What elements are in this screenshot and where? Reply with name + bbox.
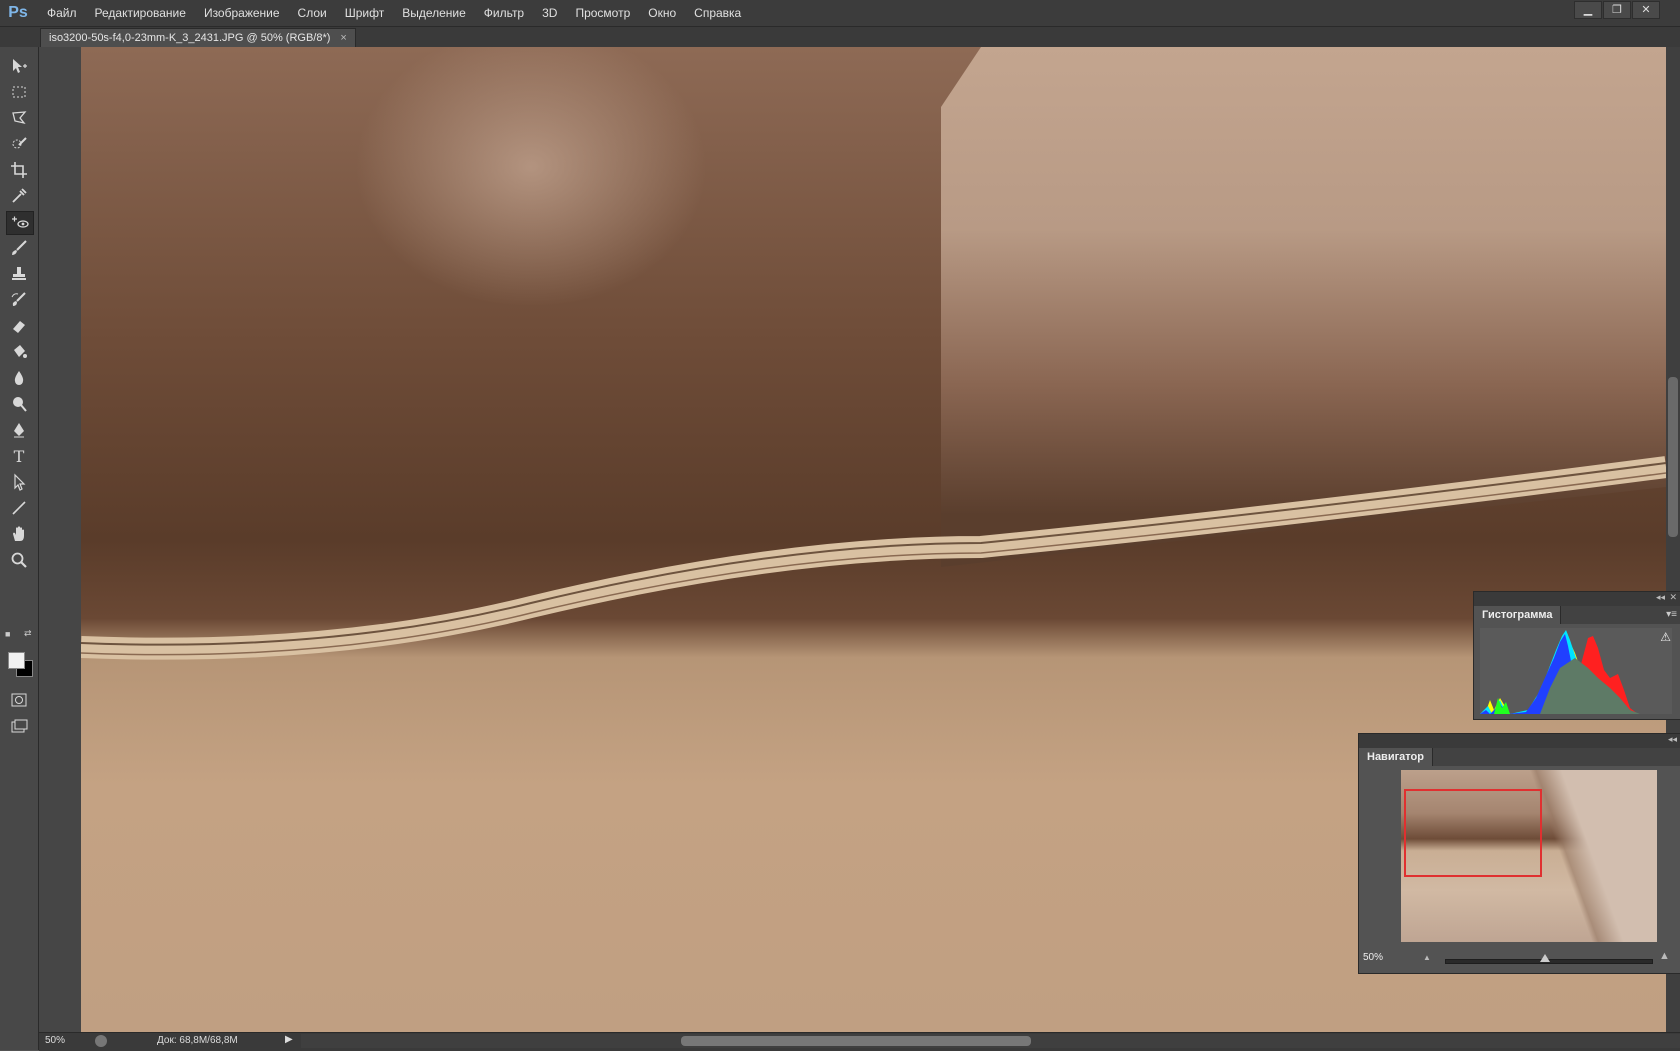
hand-tool[interactable] [6,523,32,545]
crop-tool[interactable] [6,159,32,181]
screen-mode-button[interactable] [6,715,32,737]
tools-panel: T ■ ⇄ [0,47,39,1050]
quick-mask-icon [11,693,27,707]
history-brush-tool[interactable] [6,289,32,311]
navigator-zoom-slider-thumb[interactable] [1540,954,1550,962]
lasso-icon [12,111,27,125]
histogram-chart [1480,630,1640,714]
pen-icon [14,423,24,438]
close-window-button[interactable]: ✕ [1632,1,1660,19]
menu-help[interactable]: Справка [685,0,750,26]
healing-brush-tool[interactable] [6,211,34,235]
close-panel-icon[interactable]: ✕ [1669,592,1677,603]
swap-colors-icon[interactable]: ⇄ [24,628,32,639]
menu-items: Файл Редактирование Изображение Слои Шри… [38,0,750,26]
quick-selection-tool[interactable] [6,133,32,155]
menu-3d[interactable]: 3D [533,0,566,26]
panel-menu-icon[interactable]: ▾≡ [1666,609,1677,620]
eyedropper-icon [12,188,27,203]
tab-navigator[interactable]: Навигатор [1359,748,1433,766]
bucket-icon [14,345,27,358]
pen-tool[interactable] [6,419,32,441]
paint-bucket-tool[interactable] [6,341,32,363]
dodge-tool[interactable] [6,393,32,415]
status-menu-arrow-icon[interactable]: ▶ [285,1034,293,1045]
zoom-in-icon[interactable]: ▲ [1659,950,1670,962]
collapse-navigator-icon[interactable]: ◂◂ [1668,734,1677,745]
crop-icon [11,162,27,178]
histogram-graph [1480,628,1672,714]
zoom-level[interactable]: 50% [45,1035,65,1046]
screen-mode-icon [11,719,28,733]
menu-bar: Ps Файл Редактирование Изображение Слои … [0,0,1680,27]
navigator-panel: ◂◂ Навигатор 50% ▲ ▲ [1358,733,1680,974]
path-selection-tool[interactable] [6,471,32,493]
healing-icon [12,216,29,228]
brush-tool[interactable] [6,237,32,259]
eraser-icon [13,321,25,333]
photoshop-logo: Ps [8,4,28,21]
quick-selection-icon [12,137,27,149]
minimize-button[interactable]: ▁ [1574,1,1602,19]
vertical-scrollbar-thumb[interactable] [1668,377,1678,537]
default-colors-icon[interactable]: ■ [5,629,10,639]
marquee-tool[interactable] [6,81,32,103]
line-icon [12,501,26,515]
type-icon: T [13,446,25,466]
blur-tool[interactable] [6,367,32,389]
eraser-tool[interactable] [6,315,32,337]
document-size: Док: 68,8M/68,8M [157,1035,238,1046]
collapse-panel-icon[interactable]: ◂◂ [1656,592,1665,603]
quick-mask-button[interactable] [6,689,32,711]
horizontal-scrollbar-thumb[interactable] [681,1036,1031,1046]
line-tool[interactable] [6,497,32,519]
close-tab-icon[interactable]: × [340,32,346,44]
menu-image[interactable]: Изображение [195,0,289,26]
zoom-tool[interactable] [6,549,32,571]
brush-icon [12,240,27,255]
document-tab-title: iso3200-50s-f4,0-23mm-K_3_2431.JPG @ 50%… [49,32,331,44]
histogram-panel-header: ◂◂ ✕ [1474,592,1680,606]
clone-stamp-tool[interactable] [6,263,32,285]
lasso-tool[interactable] [6,107,32,129]
history-brush-icon [11,292,26,306]
menu-file[interactable]: Файл [38,0,86,26]
document-tab-bar: ▸▸ iso3200-50s-f4,0-23mm-K_3_2431.JPG @ … [0,27,1680,66]
move-tool[interactable] [6,55,32,77]
document-tab[interactable]: iso3200-50s-f4,0-23mm-K_3_2431.JPG @ 50%… [40,28,356,48]
marquee-icon [12,86,26,98]
navigator-panel-header: ◂◂ [1359,734,1680,748]
zoom-out-icon[interactable]: ▲ [1423,953,1431,962]
navigator-zoom-value[interactable]: 50% [1363,952,1383,963]
navigator-thumbnail[interactable] [1401,770,1657,942]
status-bar: 50% Док: 68,8M/68,8M ▶ [39,1032,1680,1051]
menu-type[interactable]: Шрифт [336,0,393,26]
histogram-panel: ◂◂ ✕ Гистограмма ▾≡ ⚠ [1473,591,1680,720]
arrow-icon [14,473,26,491]
zoom-icon [11,552,27,568]
tab-histogram[interactable]: Гистограмма [1474,606,1562,624]
move-icon [13,59,27,73]
blur-icon [14,371,24,385]
cached-data-warning-icon[interactable]: ⚠ [1660,630,1671,644]
menu-view[interactable]: Просмотр [566,0,639,26]
type-tool[interactable]: T [6,445,32,467]
menu-select[interactable]: Выделение [393,0,475,26]
navigator-view-box[interactable] [1404,789,1542,877]
restore-button[interactable]: ❐ [1603,1,1631,19]
menu-layers[interactable]: Слои [289,0,336,26]
status-info-icon[interactable] [95,1035,107,1047]
menu-window[interactable]: Окно [639,0,685,26]
dodge-icon [13,397,27,412]
menu-edit[interactable]: Редактирование [86,0,195,26]
stamp-icon [12,267,26,280]
foreground-color-swatch[interactable] [8,652,25,669]
menu-filter[interactable]: Фильтр [475,0,533,26]
hand-icon [13,526,24,541]
horizontal-scrollbar[interactable] [301,1034,1680,1048]
eyedropper-tool[interactable] [6,185,32,207]
